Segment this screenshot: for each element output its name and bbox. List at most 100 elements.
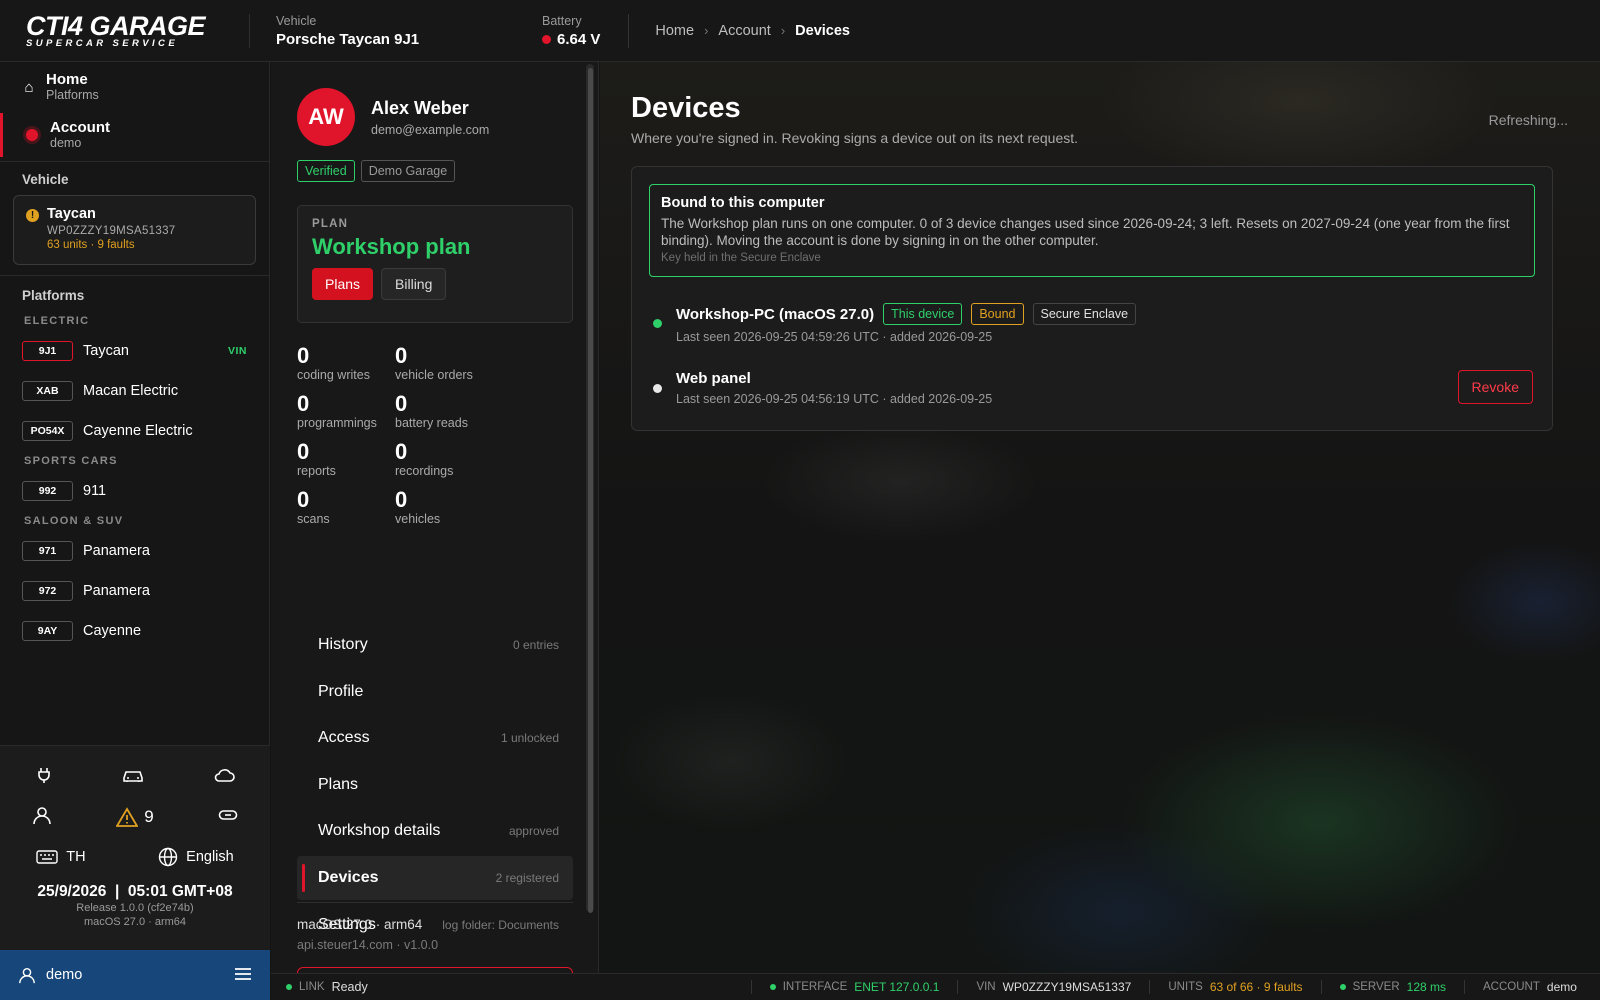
menu-item-plans[interactable]: Plans (297, 763, 573, 807)
sidebar-item-home[interactable]: ⌂ Home Platforms (0, 63, 269, 111)
stat-vehicle-orders: 0 vehicle orders (395, 343, 473, 383)
status-account: ACCOUNT demo (1483, 980, 1577, 994)
platforms-section-title: Platforms (22, 288, 85, 303)
stat-scans: 0 scans (297, 487, 330, 527)
user-icon (19, 967, 35, 984)
devices-page: Devices Where you're signed in. Revoking… (600, 62, 1600, 973)
breadcrumb: Home › Account › Devices (655, 23, 850, 39)
vehicle-indicator: Vehicle Porsche Taycan 9J1 (276, 14, 542, 48)
interface-status-icon (769, 984, 776, 990)
breadcrumb-home[interactable]: Home (655, 23, 694, 39)
stat-reports: 0 reports (297, 439, 336, 479)
menu-item-profile[interactable]: Profile (297, 670, 573, 714)
cloud-icon[interactable] (213, 767, 236, 788)
globe-icon (158, 847, 178, 867)
server-status-icon (1339, 984, 1346, 990)
vehicle-value: Porsche Taycan 9J1 (276, 30, 420, 48)
billing-button[interactable]: Billing (381, 268, 447, 300)
car-icon[interactable] (122, 767, 144, 788)
breadcrumb-devices: Devices (795, 22, 850, 39)
menu-item-history[interactable]: History 0 entries (297, 623, 573, 667)
stat-battery-reads: 0 battery reads (395, 391, 468, 431)
sidebar-item-account[interactable]: Account demo (0, 111, 269, 159)
app-logo[interactable]: CTI4 GARAGE SUPERCAR SERVICE (0, 12, 250, 48)
status-bar: LINK Ready INTERFACE ENET 127.0.0.1 VIN … (271, 973, 1600, 1000)
profile-email: demo@example.com (371, 122, 490, 137)
profile-name: Alex Weber (371, 97, 469, 118)
device-row-workshop-pc: Workshop-PC (macOS 27.0) This device Bou… (653, 303, 1533, 344)
menu-item-devices[interactable]: Devices 2 registered (297, 855, 573, 900)
profile-header: AW Alex Weber demo@example.com (297, 88, 489, 146)
platform-item-9ay[interactable]: 9AY Cayenne (0, 611, 269, 651)
idle-status-icon (653, 383, 662, 393)
platform-item-9j1[interactable]: 9J1 Taycan VIN (0, 331, 269, 371)
user-name: demo (46, 967, 83, 983)
devices-card: Bound to this computer The Workshop plan… (631, 166, 1553, 431)
page-title: Devices (631, 92, 741, 124)
sidebar: ⌂ Home Platforms Account demo Vehicle ! … (0, 62, 270, 1000)
avatar: AW (297, 88, 355, 146)
vin-badge: VIN (227, 345, 247, 357)
header-divider (628, 13, 630, 48)
refresh-status: Refreshing... (1488, 112, 1568, 128)
keyboard-icon (36, 850, 58, 864)
plug-icon[interactable] (35, 766, 53, 789)
plan-card: PLAN Workshop plan Plans Billing (297, 205, 573, 323)
status-vin: VIN WP0ZZZY19MSA51337 (976, 980, 1132, 994)
home-icon: ⌂ (24, 78, 34, 96)
platform-item-po54x[interactable]: PO54X Cayenne Electric (0, 411, 269, 451)
keyboard-layout-selector[interactable]: TH (36, 849, 86, 865)
breadcrumb-account[interactable]: Account (718, 23, 770, 39)
link-icon[interactable] (218, 807, 238, 827)
status-units: UNITS 63 of 66 · 9 faults (1168, 980, 1303, 994)
vehicle-card[interactable]: ! Taycan WP0ZZZY19MSA51337 63 units · 9 … (13, 195, 256, 265)
group-label-electric: ELECTRIC (24, 315, 90, 327)
revoke-button[interactable]: Revoke (1457, 370, 1533, 404)
status-link: LINK Ready (286, 980, 368, 994)
fault-warning-indicator[interactable]: 9 (116, 807, 154, 827)
platform-item-972[interactable]: 972 Panamera (0, 571, 269, 611)
garage-badge: Demo Garage (360, 160, 456, 182)
battery-label: Battery (542, 13, 582, 28)
scrollbar-thumb[interactable] (588, 68, 593, 913)
system-info: macOS 27.0 · arm64 api.steuer14.com · v1… (297, 902, 573, 952)
plans-button[interactable]: Plans (312, 268, 374, 300)
this-device-badge: This device (883, 303, 963, 325)
stat-coding-writes: 0 coding writes (297, 343, 370, 383)
bound-badge: Bound (971, 303, 1024, 325)
clock: 25/9/2026 | 05:01 GMT+08 Release 1.0.0 (… (37, 883, 233, 928)
stat-vehicles: 0 vehicles (395, 487, 441, 527)
link-status-icon (286, 984, 292, 990)
group-label-saloon: SALOON & SUV (24, 515, 124, 527)
platform-item-992[interactable]: 992 911 (0, 471, 269, 511)
secure-enclave-badge: Secure Enclave (1032, 303, 1137, 325)
binding-notice: Bound to this computer The Workshop plan… (649, 184, 1535, 277)
stat-programmings: 0 programmings (297, 391, 377, 431)
verified-badge: Verified (297, 160, 355, 182)
battery-alert-icon (542, 34, 551, 44)
platform-item-xab[interactable]: XAB Macan Electric (0, 371, 269, 411)
usage-stats: 0 coding writes 0 vehicle orders 0 programm… (297, 343, 557, 527)
platform-item-971[interactable]: 971 Panamera (0, 531, 269, 571)
battery-value: 6.64 V (557, 30, 601, 48)
plan-name: Workshop plan (312, 234, 471, 259)
top-header: CTI4 GARAGE SUPERCAR SERVICE Vehicle Por… (0, 0, 1600, 62)
menu-item-workshop-details[interactable]: Workshop details approved (297, 809, 573, 853)
device-row-web-panel: Web panel Last seen 2026-09-25 04:56:19 … (653, 370, 1533, 406)
chevron-right-icon: › (704, 23, 709, 38)
status-server: SERVER 128 ms (1339, 980, 1446, 994)
status-interface: INTERFACE ENET 127.0.0.1 (769, 980, 939, 994)
hamburger-menu-icon[interactable] (234, 967, 252, 984)
stat-recordings: 0 recordings (395, 439, 454, 479)
battery-indicator: Battery 6.64 V (542, 14, 600, 48)
group-label-sports: SPORTS CARS (24, 455, 118, 467)
user-icon[interactable] (32, 805, 52, 830)
vehicle-label: Vehicle (276, 13, 317, 28)
language-selector[interactable]: English (158, 847, 234, 867)
account-panel: AW Alex Weber demo@example.com Verified … (271, 62, 599, 973)
menu-item-access[interactable]: Access 1 unlocked (297, 716, 573, 760)
vehicle-section-title: Vehicle (22, 172, 69, 187)
user-bar[interactable]: demo (0, 950, 270, 1000)
warning-icon: ! (26, 209, 39, 222)
chevron-right-icon: › (780, 23, 786, 38)
